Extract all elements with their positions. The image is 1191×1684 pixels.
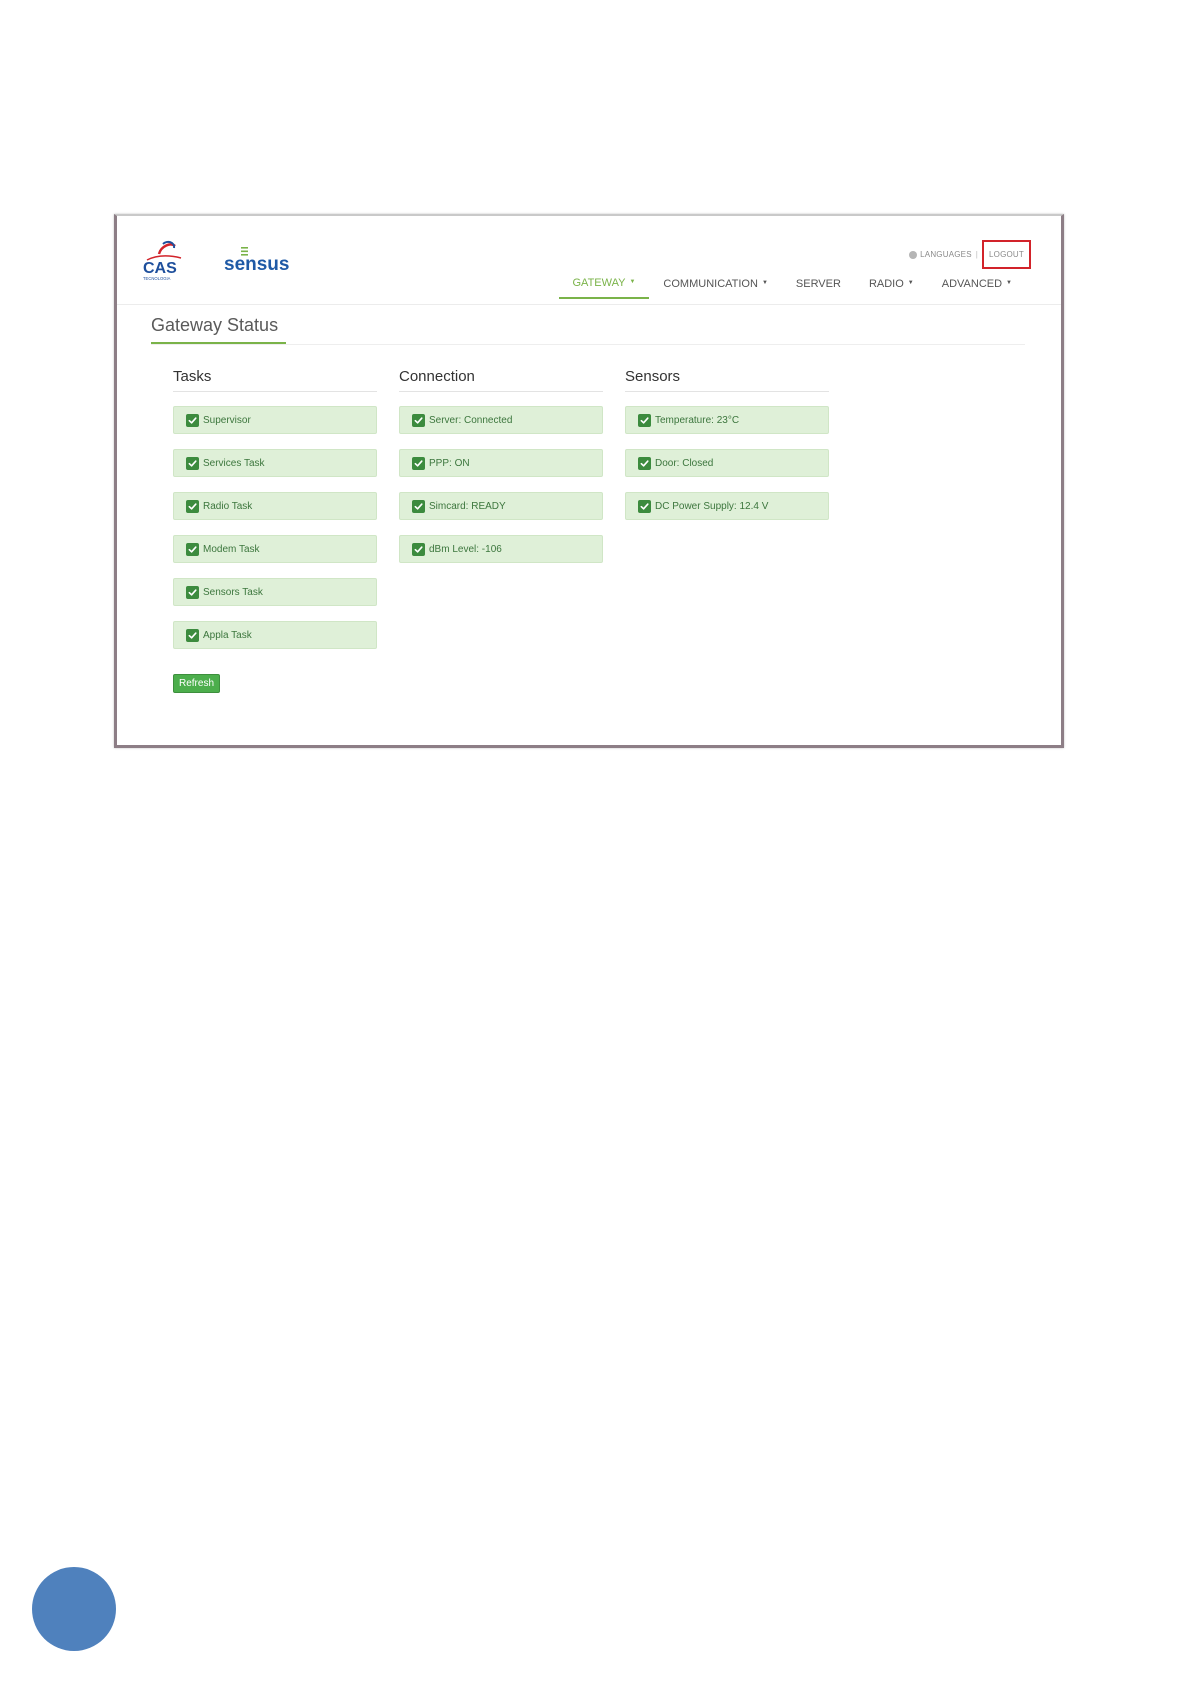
nav-divider xyxy=(117,304,1061,305)
checkbox-checked-icon xyxy=(186,456,199,470)
main-nav: GATEWAY ▼ COMMUNICATION ▼ SERVER RADIO ▼… xyxy=(558,272,1027,299)
sensus-logo-text: sensus xyxy=(224,254,289,274)
status-item-label: Services Task xyxy=(203,457,265,469)
sensus-logo-bar-2 xyxy=(241,250,248,253)
nav-item-label: SERVER xyxy=(795,278,841,290)
nav-item-advanced[interactable]: ADVANCED ▼ xyxy=(928,272,1026,299)
status-item-label: Sensors Task xyxy=(203,586,263,598)
checkbox-checked-icon xyxy=(412,542,425,556)
status-item-label: Temperature: 23°C xyxy=(655,414,740,426)
cas-logo: CAS TECNOLOGIA xyxy=(143,240,182,281)
status-item-label: DC Power Supply: 12.4 V xyxy=(655,500,769,512)
sensus-logo: sensus xyxy=(224,247,289,274)
column-heading: Connection xyxy=(399,368,603,392)
cas-logo-text: CAS xyxy=(143,260,177,277)
status-item-label: Door: Closed xyxy=(655,457,714,469)
status-item-label: PPP: ON xyxy=(429,457,470,469)
status-item: Simcard: READY xyxy=(399,492,603,520)
checkbox-checked-icon xyxy=(412,413,425,427)
languages-link[interactable]: LANGUAGES xyxy=(909,250,972,259)
tasks-column: Tasks Supervisor Services Task Radio Task M… xyxy=(173,368,377,664)
status-item-label: Supervisor xyxy=(203,414,251,426)
column-heading: Tasks xyxy=(173,368,377,392)
cas-logo-swoosh-red xyxy=(157,243,176,255)
tasks-list: Supervisor Services Task Radio Task Modem T… xyxy=(173,406,377,649)
top-links: LANGUAGES | LOGOUT xyxy=(909,240,1031,269)
status-item-label: Modem Task xyxy=(203,543,260,555)
nav-item-label: GATEWAY xyxy=(572,277,626,289)
logout-link[interactable]: LOGOUT xyxy=(982,240,1031,269)
globe-icon xyxy=(909,250,918,259)
status-item: Supervisor xyxy=(173,406,377,434)
status-item-label: dBm Level: -106 xyxy=(429,543,502,555)
status-item: Radio Task xyxy=(173,492,377,520)
status-item: DC Power Supply: 12.4 V xyxy=(625,492,829,520)
status-item: Temperature: 23°C xyxy=(625,406,829,434)
status-item: Server: Connected xyxy=(399,406,603,434)
status-item-label: Radio Task xyxy=(203,500,253,512)
nav-item-gateway[interactable]: GATEWAY ▼ xyxy=(558,272,650,299)
sensors-list: Temperature: 23°C Door: Closed DC Power Su… xyxy=(625,406,829,520)
page-marker-circle xyxy=(32,1567,116,1651)
checkbox-checked-icon xyxy=(186,499,199,513)
title-divider xyxy=(151,344,1025,345)
checkbox-checked-icon xyxy=(638,413,651,427)
document-page: CAS TECNOLOGIA sensus LANGUAGES | LOGOUT… xyxy=(0,0,1191,1684)
nav-item-communication[interactable]: COMMUNICATION ▼ xyxy=(649,272,781,299)
status-item-label: Server: Connected xyxy=(429,414,513,426)
status-item: Appla Task xyxy=(173,621,377,649)
status-item: Door: Closed xyxy=(625,449,829,477)
status-item: Sensors Task xyxy=(173,578,377,606)
checkbox-checked-icon xyxy=(638,456,651,470)
status-item: PPP: ON xyxy=(399,449,603,477)
status-item-label: Appla Task xyxy=(203,629,252,641)
checkbox-checked-icon xyxy=(186,542,199,556)
checkbox-checked-icon xyxy=(186,628,199,642)
status-item: dBm Level: -106 xyxy=(399,535,603,563)
caret-down-icon: ▼ xyxy=(629,279,636,285)
sensors-column: Sensors Temperature: 23°C Door: Closed DC … xyxy=(625,368,829,535)
connection-list: Server: Connected PPP: ON Simcard: READY dB… xyxy=(399,406,603,563)
checkbox-checked-icon xyxy=(638,499,651,513)
status-item-label: Simcard: READY xyxy=(429,500,506,512)
page-title: Gateway Status xyxy=(151,315,287,344)
checkbox-checked-icon xyxy=(186,585,199,599)
status-item: Services Task xyxy=(173,449,377,477)
checkbox-checked-icon xyxy=(186,413,199,427)
connection-column: Connection Server: Connected PPP: ON Simca… xyxy=(399,368,603,578)
gateway-web-ui-screenshot: CAS TECNOLOGIA sensus LANGUAGES | LOGOUT… xyxy=(114,214,1064,748)
caret-down-icon: ▼ xyxy=(1006,280,1012,286)
nav-item-label: COMMUNICATION xyxy=(663,278,758,290)
checkbox-checked-icon xyxy=(412,456,425,470)
refresh-button[interactable]: Refresh xyxy=(173,674,221,693)
nav-item-server[interactable]: SERVER xyxy=(782,272,855,299)
nav-item-label: RADIO xyxy=(868,278,904,290)
nav-item-radio[interactable]: RADIO ▼ xyxy=(855,272,928,299)
caret-down-icon: ▼ xyxy=(761,280,768,286)
languages-label: LANGUAGES xyxy=(920,250,972,259)
cas-logo-subtext: TECNOLOGIA xyxy=(143,276,171,281)
top-links-separator: | xyxy=(975,250,979,259)
checkbox-checked-icon xyxy=(412,499,425,513)
status-item: Modem Task xyxy=(173,535,377,563)
sensus-logo-bar-1 xyxy=(241,247,248,249)
column-heading: Sensors xyxy=(625,368,829,392)
caret-down-icon: ▼ xyxy=(907,280,914,286)
nav-item-label: ADVANCED xyxy=(941,278,1003,290)
